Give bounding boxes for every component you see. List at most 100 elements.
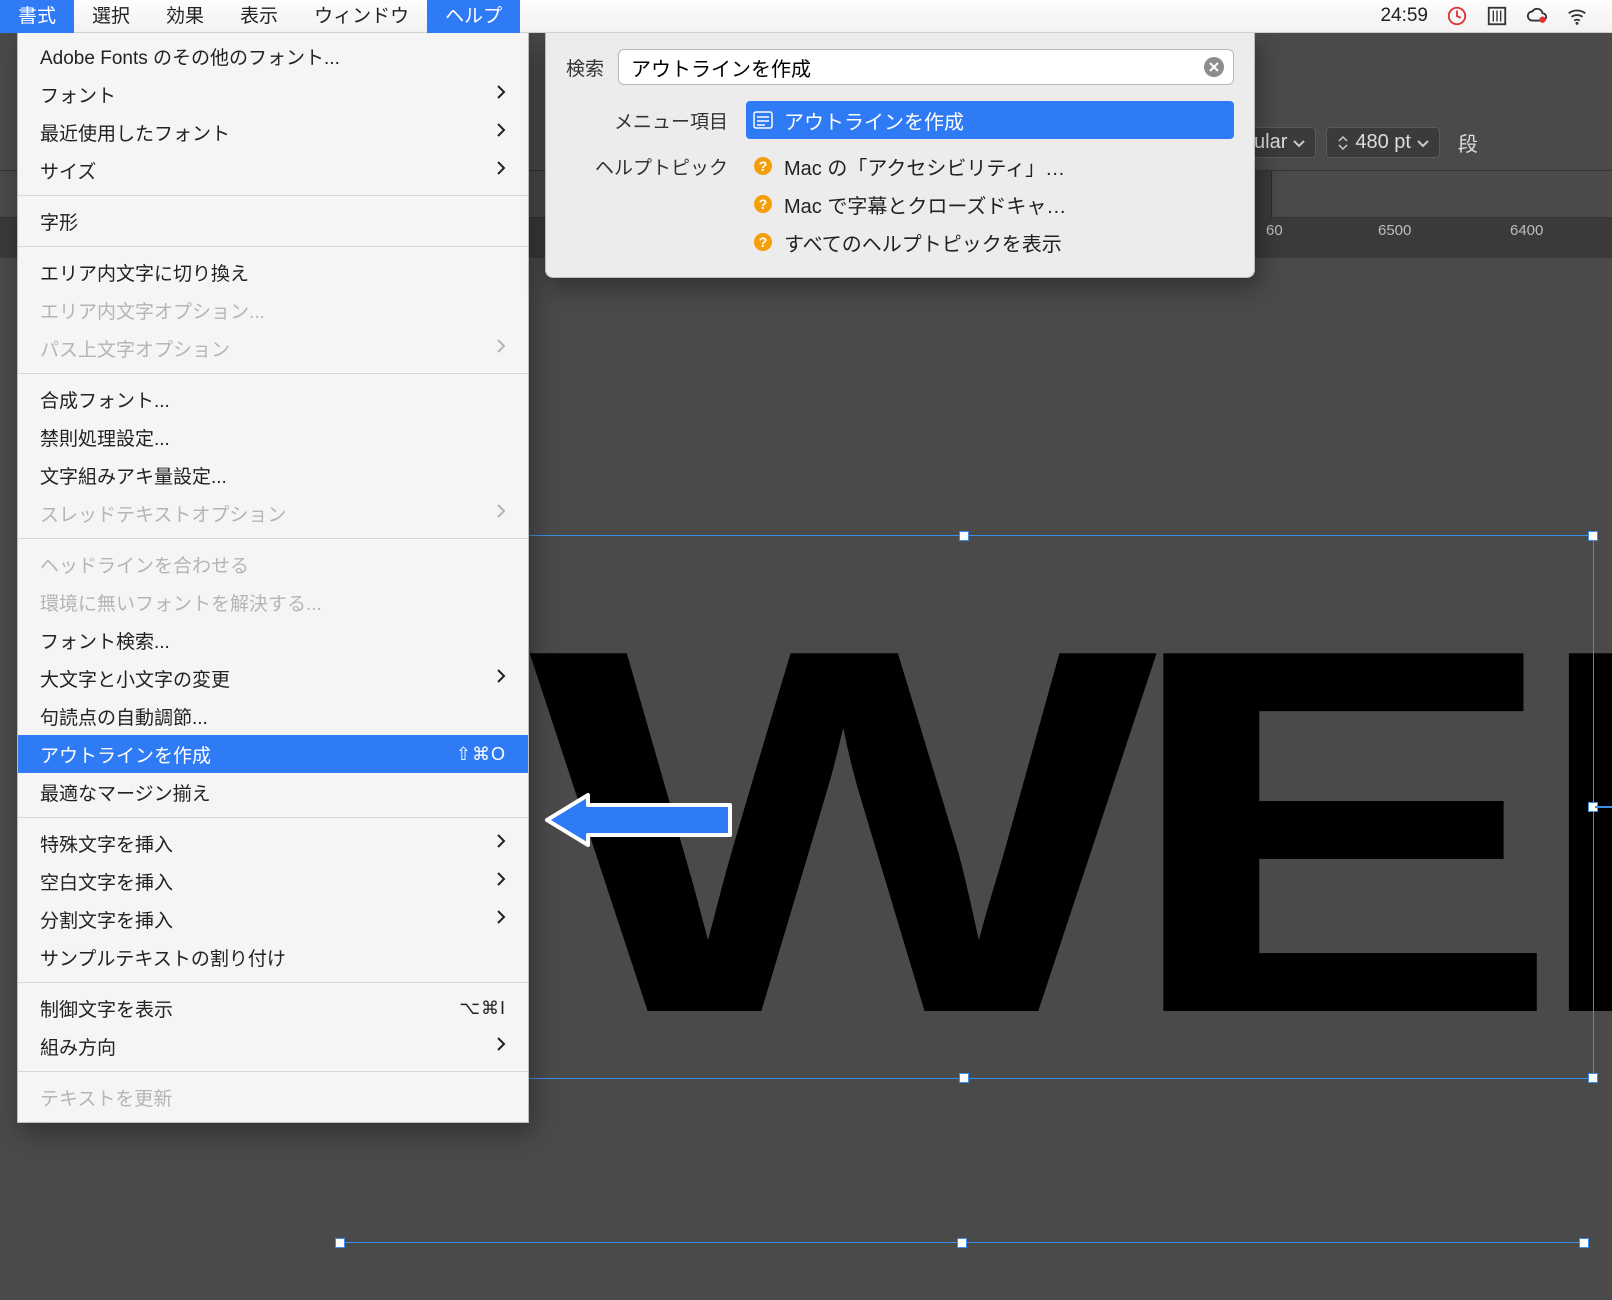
timer-icon[interactable] — [1446, 5, 1468, 27]
menu-item[interactable]: 大文字と小文字の変更 — [18, 659, 528, 697]
menu-item-label: テキストを更新 — [40, 1084, 506, 1111]
chevron-right-icon — [496, 121, 506, 143]
ruler-tick: 60 — [1266, 222, 1283, 239]
help-result-item[interactable]: ? Mac の「アクセシビリティ」… — [746, 147, 1234, 185]
menu-item[interactable]: 制御文字を表示 ⌥⌘I — [18, 989, 528, 1027]
menu-result-icon — [752, 109, 774, 131]
menu-item-shortcut: ⌥⌘I — [459, 998, 506, 1019]
stepper-icon — [1335, 134, 1351, 150]
wifi-icon[interactable] — [1566, 5, 1588, 27]
menu-item[interactable]: 最適なマージン揃え — [18, 773, 528, 811]
menu-separator — [18, 538, 528, 539]
menu-item-label: フォント — [40, 81, 496, 108]
clear-icon[interactable] — [1203, 56, 1225, 78]
menubar-item-表示[interactable]: 表示 — [222, 0, 296, 33]
help-result-label: アウトラインを作成 — [784, 106, 964, 135]
help-search-box[interactable] — [618, 49, 1234, 85]
menu-item[interactable]: アウトラインを作成 ⇧⌘O — [18, 735, 528, 773]
menu-item-label: 合成フォント... — [40, 386, 506, 413]
menu-item[interactable]: 句読点の自動調節... — [18, 697, 528, 735]
menu-item-label: 字形 — [40, 208, 506, 235]
menubar-item-効果[interactable]: 効果 — [148, 0, 222, 33]
menu-item-label: フォント検索... — [40, 627, 506, 654]
menu-item: ヘッドラインを合わせる — [18, 545, 528, 583]
menu-item-label: ヘッドラインを合わせる — [40, 551, 506, 578]
menu-item-label: アウトラインを作成 — [40, 741, 448, 768]
menu-item-label: 制御文字を表示 — [40, 995, 451, 1022]
chevron-right-icon — [496, 667, 506, 689]
menu-item-label: パス上文字オプション — [40, 335, 496, 362]
menu-item-label: 分割文字を挿入 — [40, 906, 496, 933]
menubar-status: 24:59 — [1380, 5, 1612, 27]
menu-item-label: 文字組みアキ量設定... — [40, 462, 506, 489]
font-style-field[interactable]: ular — [1245, 127, 1316, 158]
chevron-right-icon — [496, 908, 506, 930]
menu-item: スレッドテキストオプション — [18, 494, 528, 532]
menu-separator — [18, 982, 528, 983]
chevron-right-icon — [496, 159, 506, 181]
menubar-item-ヘルプ[interactable]: ヘルプ — [427, 0, 520, 33]
menu-item[interactable]: 空白文字を挿入 — [18, 862, 528, 900]
help-search-panel: 検索 メニュー項目 アウトラインを作成 ヘルプトピック ?Mac の「アクセシビ… — [545, 33, 1255, 278]
help-search-input[interactable] — [631, 56, 1203, 79]
menu-item: パス上文字オプション — [18, 329, 528, 367]
menu-item: 環境に無いフォントを解決する... — [18, 583, 528, 621]
menu-item: エリア内文字オプション... — [18, 291, 528, 329]
help-pointer-arrow — [542, 791, 732, 849]
menu-item[interactable]: フォント — [18, 75, 528, 113]
type-menu-dropdown: Adobe Fonts のその他のフォント... フォント最近使用したフォントサイ… — [17, 33, 529, 1123]
menu-separator — [18, 817, 528, 818]
help-result-item[interactable]: ?Mac で字幕とクローズドキャ… — [746, 185, 1234, 223]
chevron-right-icon — [496, 83, 506, 105]
menu-item[interactable]: 分割文字を挿入 — [18, 900, 528, 938]
menu-item[interactable]: サイズ — [18, 151, 528, 189]
menu-item-label: 大文字と小文字の変更 — [40, 665, 496, 692]
menu-item-label: 特殊文字を挿入 — [40, 830, 496, 857]
menu-item[interactable]: サンプルテキストの割り付け — [18, 938, 528, 976]
menu-item[interactable]: 特殊文字を挿入 — [18, 824, 528, 862]
menubar-item-ウィンドウ[interactable]: ウィンドウ — [296, 0, 427, 33]
menu-item[interactable]: 禁則処理設定... — [18, 418, 528, 456]
menu-item[interactable]: 字形 — [18, 202, 528, 240]
menu-item-label: サイズ — [40, 157, 496, 184]
help-menu-items-label: メニュー項目 — [566, 101, 746, 134]
menu-item[interactable]: 最近使用したフォント — [18, 113, 528, 151]
ruler-tick: 6500 — [1378, 222, 1411, 239]
menu-item-shortcut: ⇧⌘O — [456, 744, 506, 765]
ruler-tick: 6400 — [1510, 222, 1543, 239]
menu-item-label: 組み方向 — [40, 1033, 496, 1060]
menu-item-label: 句読点の自動調節... — [40, 703, 506, 730]
menu-item[interactable]: エリア内文字に切り換え — [18, 253, 528, 291]
font-size-field[interactable]: 480 pt — [1326, 127, 1440, 158]
menubar-item-選択[interactable]: 選択 — [74, 0, 148, 33]
help-topic-icon: ? — [752, 155, 774, 177]
menu-item[interactable]: 文字組みアキ量設定... — [18, 456, 528, 494]
help-topic-icon: ? — [752, 193, 774, 215]
chevron-down-icon — [1291, 134, 1307, 150]
menubar-items: 書式選択効果表示ウィンドウヘルプ — [0, 0, 520, 33]
input-source-icon[interactable] — [1486, 5, 1508, 27]
menu-item-label: エリア内文字に切り換え — [40, 259, 506, 286]
svg-text:?: ? — [759, 158, 768, 174]
help-menu-results: アウトラインを作成 — [746, 101, 1234, 139]
help-result-label: Mac の「アクセシビリティ」… — [784, 152, 1065, 181]
chevron-right-icon — [496, 337, 506, 359]
menu-item-label: 環境に無いフォントを解決する... — [40, 589, 506, 616]
cloud-sync-icon[interactable] — [1526, 5, 1548, 27]
help-result-item[interactable]: ? すべてのヘルプトピックを表示 — [746, 223, 1234, 261]
help-result-label: すべてのヘルプトピックを表示 — [784, 228, 1062, 257]
menu-item[interactable]: 合成フォント... — [18, 380, 528, 418]
menu-item-label: 空白文字を挿入 — [40, 868, 496, 895]
help-topic-icon: ? — [752, 231, 774, 253]
menu-item-label: サンプルテキストの割り付け — [40, 944, 506, 971]
menu-item[interactable]: 組み方向 — [18, 1027, 528, 1065]
menu-separator — [18, 195, 528, 196]
menu-item[interactable]: フォント検索... — [18, 621, 528, 659]
help-result-item[interactable]: アウトラインを作成 — [746, 101, 1234, 139]
chevron-right-icon — [496, 1035, 506, 1057]
menu-item[interactable]: Adobe Fonts のその他のフォント... — [18, 37, 528, 75]
menubar-item-書式[interactable]: 書式 — [0, 0, 74, 33]
svg-text:?: ? — [759, 196, 768, 212]
menu-separator — [18, 373, 528, 374]
help-topic-results: ? Mac の「アクセシビリティ」… ?Mac で字幕とクローズドキャ…? すべてのヘ… — [746, 147, 1234, 261]
